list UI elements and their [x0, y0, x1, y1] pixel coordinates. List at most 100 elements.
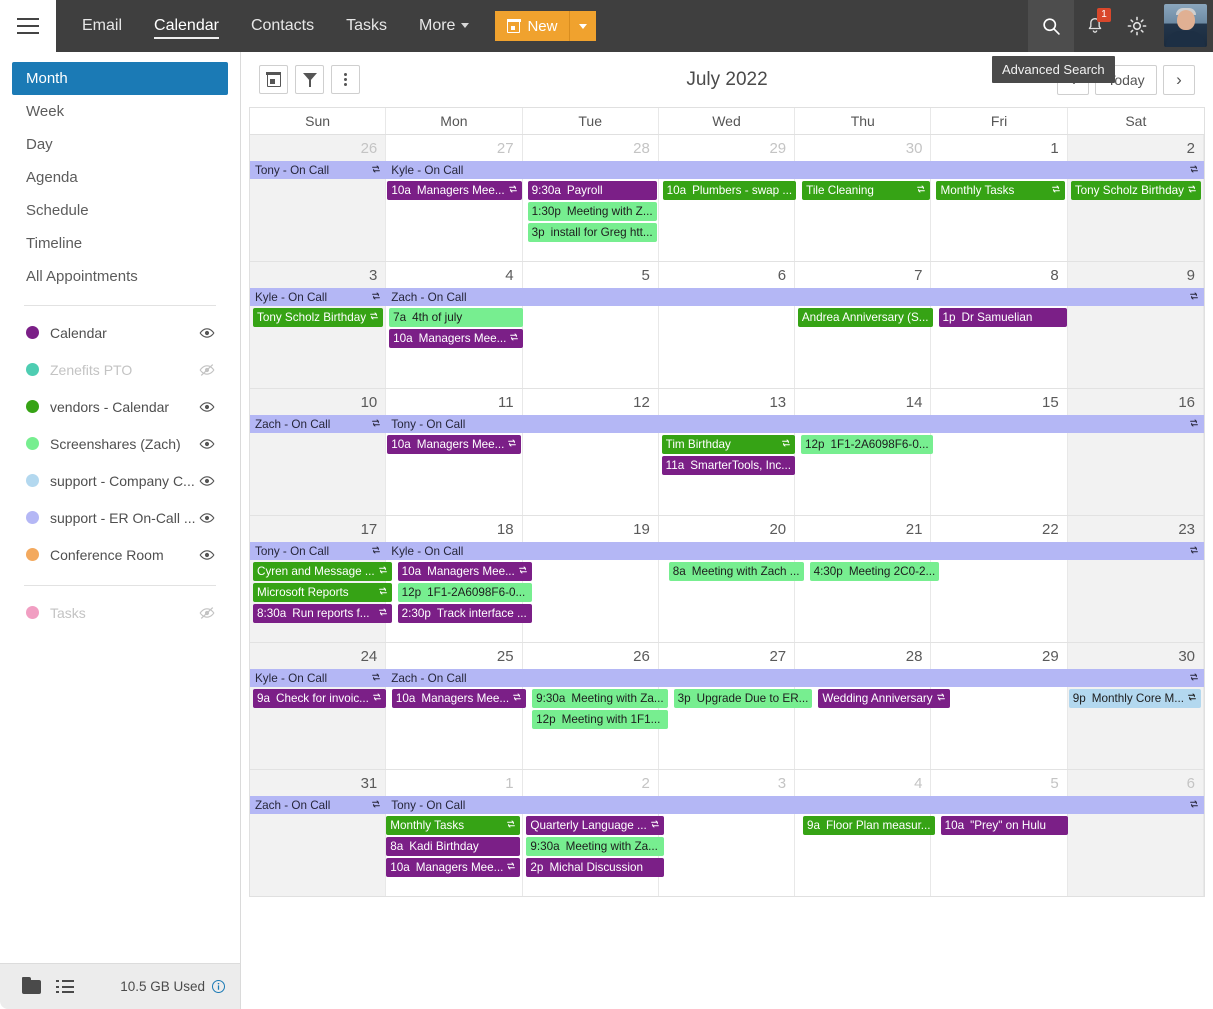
nav-item-contacts[interactable]: Contacts [235, 0, 330, 52]
eye-off-icon[interactable] [199, 362, 215, 378]
calendar-event[interactable]: 12p 1F1-2A6098F6-0... [800, 435, 933, 454]
calendar-event[interactable]: Monthly Tasks [386, 816, 521, 835]
calendar-event[interactable]: 7a 4th of july [389, 308, 524, 327]
all-day-event[interactable]: Tony - On Call [250, 161, 387, 179]
visibility-toggle-on[interactable] [198, 547, 216, 563]
all-day-event[interactable]: Kyle - On Call [250, 669, 387, 687]
calendar-event[interactable]: 10a Managers Mee... [386, 858, 521, 877]
calendar-item-calendar[interactable]: Calendar [12, 314, 228, 351]
calendar-event[interactable]: Microsoft Reports [253, 583, 392, 602]
visibility-toggle-on[interactable] [198, 510, 216, 526]
files-button[interactable] [14, 976, 48, 994]
calendar-event[interactable]: 10a "Prey" on Hulu [940, 816, 1068, 835]
all-day-event[interactable]: Zach - On Call [386, 669, 1204, 687]
calendar-event[interactable]: Andrea Anniversary (S... [797, 308, 933, 327]
calendar-event[interactable]: 10a Managers Mee... [387, 435, 522, 454]
visibility-toggle-on[interactable] [198, 436, 216, 452]
calendar-event[interactable]: 8a Meeting with Zach ... [668, 562, 804, 581]
calendar-event[interactable]: Monthly Tasks [936, 181, 1065, 200]
calendar-event[interactable]: 9:30a Meeting with Za... [526, 837, 664, 856]
search-button[interactable] [1028, 0, 1074, 52]
visibility-toggle-on[interactable] [198, 399, 216, 415]
calendar-event[interactable]: 9a Floor Plan measur... [802, 816, 935, 835]
nav-item-tasks[interactable]: Tasks [330, 0, 403, 52]
calendar-event[interactable]: 10a Managers Mee... [391, 689, 527, 708]
visibility-toggle-off[interactable] [198, 362, 216, 378]
calendar-event[interactable]: 10a Plumbers - swap ... [662, 181, 797, 200]
eye-icon[interactable] [199, 325, 215, 341]
eye-icon[interactable] [199, 436, 215, 452]
eye-off-icon[interactable] [199, 605, 215, 621]
eye-icon[interactable] [199, 547, 215, 563]
calendar-event[interactable]: Tile Cleaning [802, 181, 931, 200]
calendar-event[interactable]: 2:30p Track interface ... [397, 604, 532, 623]
calendar-event[interactable]: 9:30a Meeting with Za... [532, 689, 668, 708]
calendar-event[interactable]: 10a Managers Mee... [397, 562, 532, 581]
calendar-event[interactable]: 8a Kadi Birthday [386, 837, 521, 856]
calendar-event[interactable]: 3p Upgrade Due to ER... [673, 689, 813, 708]
calendar-item-screenshares-zach[interactable]: Screenshares (Zach) [12, 425, 228, 462]
sidebar-item-schedule[interactable]: Schedule [12, 194, 228, 227]
sidebar-item-day[interactable]: Day [12, 128, 228, 161]
all-day-event[interactable]: Zach - On Call [386, 288, 1204, 306]
eye-icon[interactable] [199, 399, 215, 415]
sidebar-item-timeline[interactable]: Timeline [12, 227, 228, 260]
calendar-item-zenefits-pto[interactable]: Zenefits PTO [12, 351, 228, 388]
calendar-event[interactable]: Quarterly Language ... [526, 816, 664, 835]
avatar[interactable] [1164, 4, 1207, 47]
calendar-event[interactable]: 10a Managers Mee... [387, 181, 522, 200]
calendar-event[interactable]: 4:30p Meeting 2C0-2... [809, 562, 940, 581]
calendar-item-support-company-c[interactable]: support - Company C... [12, 462, 228, 499]
sidebar-item-week[interactable]: Week [12, 95, 228, 128]
calendar-event[interactable]: Tim Birthday [661, 435, 795, 454]
sidebar-item-month[interactable]: Month [12, 62, 228, 95]
calendar-event[interactable]: 1p Dr Samuelian [938, 308, 1067, 327]
hamburger-menu-button[interactable] [0, 0, 56, 52]
calendar-event[interactable]: 8:30a Run reports f... [253, 604, 392, 623]
notifications-button[interactable]: 1 [1074, 0, 1116, 52]
calendar-event[interactable]: 2p Michal Discussion [526, 858, 664, 877]
visibility-toggle-off[interactable] [198, 605, 216, 621]
filter-button[interactable] [295, 65, 324, 94]
eye-icon[interactable] [199, 510, 215, 526]
calendar-event[interactable]: 9a Check for invoic... [253, 689, 386, 708]
calendar-event[interactable]: 1:30p Meeting with Z... [527, 202, 657, 221]
calendar-event[interactable]: 3p install for Greg htt... [527, 223, 657, 242]
new-button[interactable]: New [495, 11, 571, 41]
calendar-event[interactable]: Tony Scholz Birthday [1070, 181, 1201, 200]
calendar-item-tasks[interactable]: Tasks [12, 594, 228, 631]
more-options-button[interactable] [331, 65, 360, 94]
calendar-event[interactable]: 9p Monthly Core M... [1068, 689, 1201, 708]
nav-item-calendar[interactable]: Calendar [138, 0, 235, 52]
nav-item-more[interactable]: More [403, 0, 485, 52]
calendar-item-conference-room[interactable]: Conference Room [12, 536, 228, 573]
mini-calendar-button[interactable] [259, 65, 288, 94]
calendar-item-support-er-on-call[interactable]: support - ER On-Call ... [12, 499, 228, 536]
calendar-event[interactable]: 10a Managers Mee... [389, 329, 524, 348]
all-day-event[interactable]: Zach - On Call [250, 796, 387, 814]
calendar-event[interactable]: 9:30a Payroll [527, 181, 657, 200]
visibility-toggle-on[interactable] [198, 473, 216, 489]
all-day-event[interactable]: Tony - On Call [250, 542, 387, 560]
nav-item-email[interactable]: Email [66, 0, 138, 52]
list-button[interactable] [48, 980, 82, 993]
all-day-event[interactable]: Zach - On Call [250, 415, 387, 433]
new-button-dropdown[interactable] [570, 11, 597, 41]
all-day-event[interactable]: Kyle - On Call [386, 161, 1204, 179]
calendar-event[interactable]: 12p 1F1-2A6098F6-0... [397, 583, 532, 602]
eye-icon[interactable] [199, 473, 215, 489]
calendar-event[interactable]: 12p Meeting with 1F1... [532, 710, 668, 729]
theme-toggle-button[interactable] [1116, 0, 1158, 52]
all-day-event[interactable]: Tony - On Call [386, 796, 1204, 814]
calendar-item-vendors-calendar[interactable]: vendors - Calendar [12, 388, 228, 425]
calendar-event[interactable]: Wedding Anniversary [818, 689, 950, 708]
calendar-event[interactable]: 11a SmarterTools, Inc... [661, 456, 795, 475]
all-day-event[interactable]: Kyle - On Call [386, 542, 1204, 560]
all-day-event[interactable]: Tony - On Call [386, 415, 1204, 433]
next-month-button[interactable]: › [1163, 64, 1195, 95]
visibility-toggle-on[interactable] [198, 325, 216, 341]
all-day-event[interactable]: Kyle - On Call [250, 288, 387, 306]
calendar-event[interactable]: Tony Scholz Birthday [253, 308, 384, 327]
sidebar-item-agenda[interactable]: Agenda [12, 161, 228, 194]
calendar-event[interactable]: Cyren and Message ... [253, 562, 392, 581]
